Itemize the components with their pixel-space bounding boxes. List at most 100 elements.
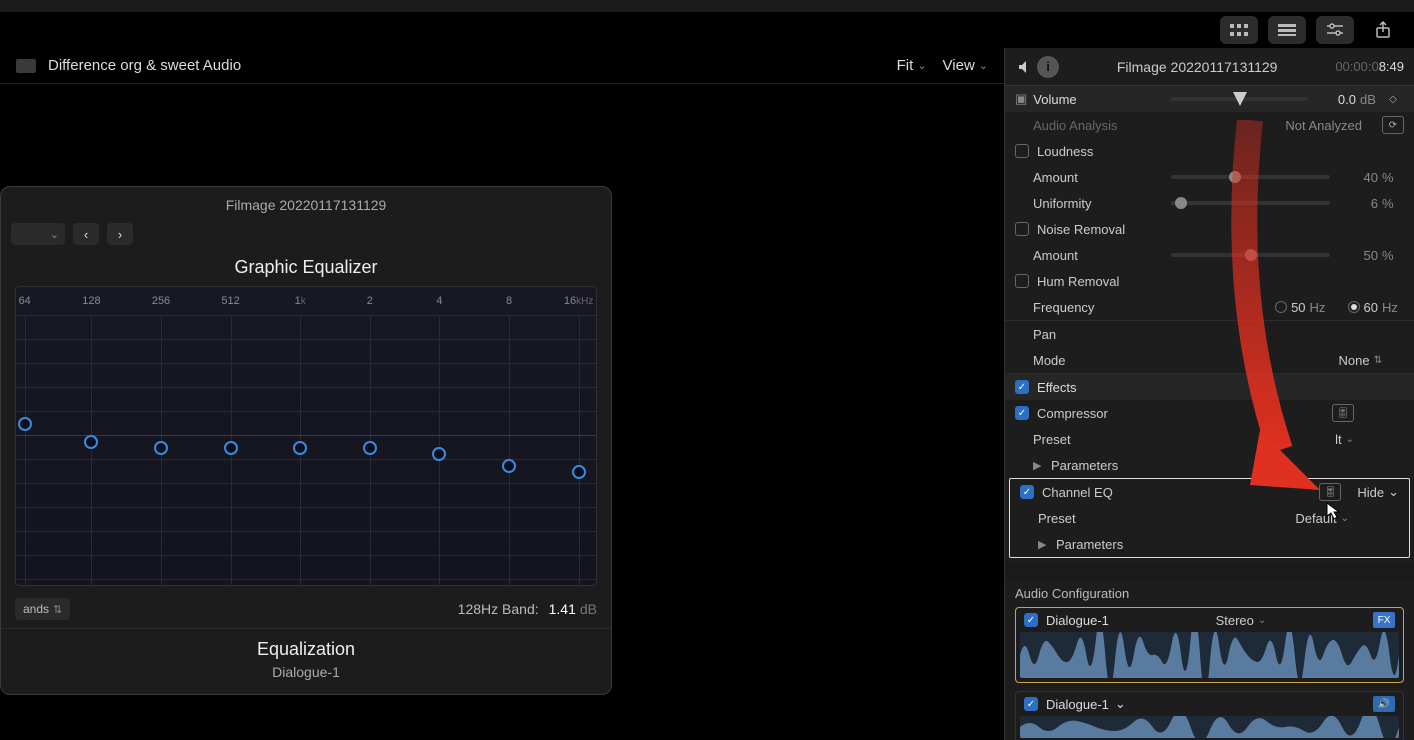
eq-footer: ands⇅ 128Hz Band: 1.41 dB: [1, 590, 611, 628]
list-view-btn[interactable]: [1268, 16, 1306, 44]
eq-clip-name: Filmage 20220117131129: [1, 187, 611, 219]
audio-config-heading: Audio Configuration: [1015, 586, 1404, 601]
eq-band-handle[interactable]: [432, 447, 446, 461]
pan-mode-row: Mode None ⇅: [1005, 347, 1414, 373]
compressor-params-row[interactable]: ▶ Parameters: [1005, 452, 1414, 478]
chevron-down-icon[interactable]: ⌄: [1115, 696, 1126, 712]
bands-dropdown[interactable]: ands⇅: [15, 598, 70, 620]
channel-eq-params-row[interactable]: ▶ Parameters: [1010, 531, 1409, 557]
eq-tick-label: 128: [82, 295, 100, 307]
app-menubar: [0, 0, 1414, 12]
volume-slider[interactable]: [1171, 97, 1308, 101]
inspector-panel: i Filmage 20220117131129 00:00:08:49 ▣ V…: [1004, 48, 1414, 740]
eq-band-handle[interactable]: [293, 441, 307, 455]
hum-60hz-radio[interactable]: [1348, 301, 1360, 313]
eq-band-handle[interactable]: [224, 441, 238, 455]
eq-band-value[interactable]: 1.41: [549, 601, 576, 617]
eq-band-handle[interactable]: [154, 441, 168, 455]
loudness-uniformity-row: Uniformity 6 %: [1005, 190, 1414, 216]
chevron-down-icon: ⌄: [1258, 615, 1266, 626]
compressor-ui-icon[interactable]: 🎚: [1332, 404, 1354, 422]
pan-mode-select[interactable]: None ⇅: [1339, 353, 1382, 368]
zoom-fit-dropdown[interactable]: Fit⌄: [897, 57, 927, 74]
analyze-icon[interactable]: ⟳: [1382, 116, 1404, 134]
hum-removal-checkbox[interactable]: [1015, 274, 1029, 288]
disclosure-icon[interactable]: ▶: [1033, 459, 1047, 472]
hum-freq-row: Frequency 50 Hz 60 Hz: [1005, 294, 1414, 320]
sliders-view-btn[interactable]: [1316, 16, 1354, 44]
app-toolbar: [1220, 12, 1414, 48]
effects-header[interactable]: ✓ Effects: [1005, 374, 1414, 400]
eq-preset-dropdown[interactable]: ⌄: [11, 223, 65, 245]
eq-plugin-title: Graphic Equalizer: [1, 251, 611, 280]
chevron-down-icon: ⌄: [50, 228, 59, 241]
effects-checkbox[interactable]: ✓: [1015, 380, 1029, 394]
chevron-down-icon: ⌄: [979, 59, 988, 72]
disclosure-icon[interactable]: ▶: [1038, 538, 1052, 551]
noise-amount-slider[interactable]: [1171, 253, 1330, 257]
channel-eq-hide-btn[interactable]: Hide ⌄: [1357, 484, 1399, 500]
timeline-title: Difference org & sweet Audio: [48, 57, 241, 74]
lane-checkbox[interactable]: ✓: [1024, 697, 1038, 711]
hum-removal-row[interactable]: Hum Removal: [1005, 268, 1414, 294]
noise-removal-checkbox[interactable]: [1015, 222, 1029, 236]
eq-next-btn[interactable]: ›: [107, 223, 133, 245]
lane-name: Dialogue-1: [1046, 613, 1109, 628]
volume-value[interactable]: 0.0: [1316, 92, 1356, 107]
eq-band-handle[interactable]: [502, 459, 516, 473]
noise-amount-value[interactable]: 50: [1338, 248, 1378, 263]
loudness-uniformity-slider[interactable]: [1171, 201, 1330, 205]
pan-header: Pan: [1005, 321, 1414, 347]
channel-eq-checkbox[interactable]: ✓: [1020, 485, 1034, 499]
loudness-row[interactable]: Loudness: [1005, 138, 1414, 164]
compressor-preset-row: Preset lt ⌄: [1005, 426, 1414, 452]
updown-icon: ⇅: [53, 603, 62, 616]
waveform: [1020, 716, 1399, 738]
compressor-checkbox[interactable]: ✓: [1015, 406, 1029, 420]
eq-band-handle[interactable]: [572, 465, 586, 479]
compressor-preset-select[interactable]: lt ⌄: [1335, 432, 1354, 447]
grid-view-btn[interactable]: [1220, 16, 1258, 44]
eq-tick-label: 64: [19, 295, 31, 307]
share-btn[interactable]: [1364, 16, 1402, 44]
eq-band-label: 128Hz Band:: [458, 601, 539, 617]
channel-eq-preset-row: Preset Default ⌄: [1010, 505, 1409, 531]
speaker-icon[interactable]: 🔊: [1373, 696, 1395, 712]
hum-50hz-radio[interactable]: [1275, 301, 1287, 313]
channel-eq-preset-select[interactable]: Default ⌄: [1295, 511, 1349, 526]
info-tab-icon[interactable]: i: [1037, 56, 1059, 78]
loudness-amount-slider[interactable]: [1171, 175, 1330, 179]
compressor-row[interactable]: ✓ Compressor 🎚: [1005, 400, 1414, 426]
view-dropdown[interactable]: View⌄: [943, 57, 988, 74]
eq-band-handle[interactable]: [363, 441, 377, 455]
lane-mode-select[interactable]: Stereo ⌄: [1216, 613, 1267, 628]
keyframe-icon[interactable]: ◇: [1382, 90, 1404, 108]
channel-eq-row[interactable]: ✓ Channel EQ 🎚 Hide ⌄: [1010, 479, 1409, 505]
eq-prev-btn[interactable]: ‹: [73, 223, 99, 245]
eq-band-handle[interactable]: [84, 435, 98, 449]
lane-checkbox[interactable]: ✓: [1024, 613, 1038, 627]
noise-removal-row[interactable]: Noise Removal: [1005, 216, 1414, 242]
audio-tab-icon[interactable]: [1015, 56, 1037, 78]
chevron-down-icon: ⌄: [1346, 434, 1354, 445]
loudness-checkbox[interactable]: [1015, 144, 1029, 158]
eq-graph[interactable]: 641282565121k24816kHz: [15, 286, 597, 586]
inspector-body[interactable]: ▣ Volume 0.0 dB ◇ Audio Analysis Not Ana…: [1005, 86, 1414, 740]
inspector-clip-name: Filmage 20220117131129: [1059, 59, 1335, 75]
loudness-amount-row: Amount 40 %: [1005, 164, 1414, 190]
lane-name: Dialogue-1: [1046, 697, 1109, 712]
audio-analysis-row: Audio Analysis Not Analyzed ⟳: [1005, 112, 1414, 138]
inspector-header: i Filmage 20220117131129 00:00:08:49: [1005, 48, 1414, 86]
eq-footer-title: Equalization: [1, 639, 611, 660]
fx-badge[interactable]: FX: [1373, 612, 1395, 628]
chevron-down-icon: ⌄: [1341, 513, 1349, 524]
audio-lane[interactable]: ✓ Dialogue-1 ⌄ 🔊: [1015, 691, 1404, 740]
inspector-duration: 00:00:08:49: [1335, 59, 1404, 74]
eq-band-handle[interactable]: [18, 417, 32, 431]
audio-lane[interactable]: ✓ Dialogue-1 Stereo ⌄ FX: [1015, 607, 1404, 683]
loudness-amount-value[interactable]: 40: [1338, 170, 1378, 185]
loudness-uniformity-value[interactable]: 6: [1338, 196, 1378, 211]
noise-amount-row: Amount 50 %: [1005, 242, 1414, 268]
channel-eq-ui-icon[interactable]: 🎚: [1319, 483, 1341, 501]
eq-tick-label: 4: [436, 295, 442, 307]
